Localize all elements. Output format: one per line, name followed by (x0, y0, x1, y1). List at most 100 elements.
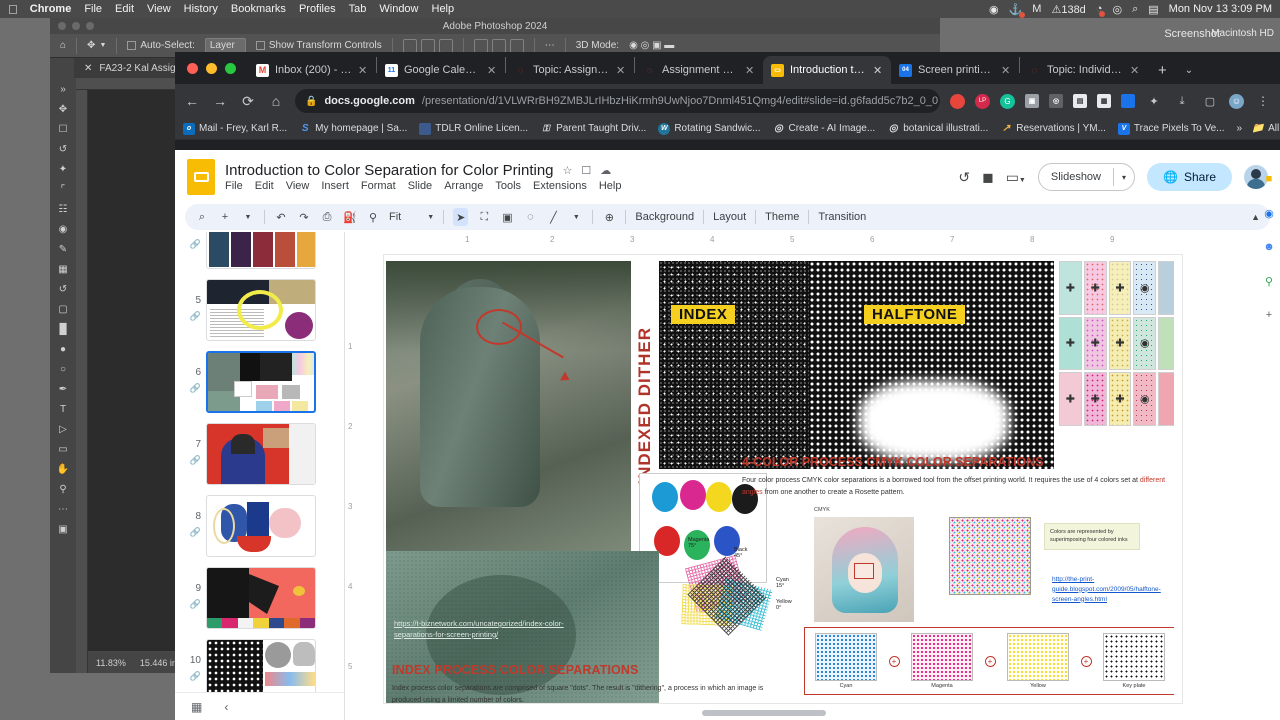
slides-side-panel[interactable]: ■ ◉ ☻ ⚲ + (1258, 170, 1280, 324)
close-window-button[interactable] (187, 62, 198, 74)
text-box-icon[interactable]: ⛶ (477, 208, 491, 226)
blur-tool-icon[interactable]: ● (56, 342, 70, 356)
chrome-window-controls[interactable] (183, 52, 248, 84)
color-swatch-grid[interactable]: ✚ ✚ ✚ ◉ ✚ ✚ ✚ ◉ ✚ ✚ ✚ ◉ (1059, 261, 1181, 426)
bookmarks-overflow-icon[interactable]: » (1237, 123, 1243, 134)
menu-item-profiles[interactable]: Profiles (299, 3, 336, 15)
close-tab-icon[interactable]: ✕ (1130, 64, 1140, 77)
slide-filmstrip[interactable]: 4 🔗 5 🔗 (175, 232, 345, 720)
zoom-tool-icon[interactable]: ⚲ (56, 482, 70, 496)
slide-thumbnail-9[interactable] (206, 567, 316, 629)
chrome-toolbar[interactable]: ← → ⟳ ⌂ 🔒 docs.google.com/presentation/d… (175, 84, 1280, 118)
magnified-halftone-image[interactable] (949, 517, 1031, 595)
photoshop-window-controls[interactable] (58, 22, 94, 30)
meet-camera-icon[interactable]: ▭▼ (1006, 169, 1026, 186)
slides-menu-help[interactable]: Help (599, 180, 622, 192)
bookmark-reservations[interactable]: ↗ Reservations | YM... (1000, 123, 1106, 135)
airplay-icon[interactable]: ▤ (1148, 3, 1158, 16)
slide-thumbnail-5[interactable] (206, 279, 316, 341)
zoom-icon[interactable]: ⚲ (366, 208, 380, 226)
record-icon[interactable]: ◉ (989, 3, 999, 16)
menu-item-edit[interactable]: Edit (115, 3, 134, 15)
keep-icon[interactable]: ■ (1260, 170, 1278, 188)
theme-button[interactable]: Theme (765, 211, 799, 223)
menu-item-history[interactable]: History (184, 3, 218, 15)
bookmark-parent-taught-driving[interactable]: ⚿ Parent Taught Driv... (540, 123, 647, 135)
profile-avatar-icon[interactable]: ☺ (1229, 93, 1244, 109)
menubar-clock[interactable]: Mon Nov 13 3:09 PM (1169, 3, 1272, 15)
chrome-menu-icon[interactable]: ⋮ (1254, 94, 1272, 108)
chrome-tab-inbox[interactable]: M Inbox (200) - karlfrey@ ✕ (248, 56, 376, 84)
comment-icon[interactable]: ◼ (982, 169, 994, 186)
bookmark-trace-pixels[interactable]: V Trace Pixels To Ve... (1117, 122, 1225, 135)
eraser-tool-icon[interactable]: ▢ (56, 302, 70, 316)
new-tab-button[interactable]: + (1148, 56, 1177, 84)
print-icon[interactable]: ⎙ (320, 208, 334, 226)
filmstrip-item[interactable]: 7 🔗 (175, 418, 344, 490)
pinterest-extension-icon[interactable]: ◎ (1049, 94, 1063, 108)
bookmarks-bar[interactable]: o Mail - Frey, Karl R... S My homepage | S… (175, 118, 1280, 140)
slides-menu-tools[interactable]: Tools (495, 180, 521, 192)
maximize-window-button[interactable] (225, 62, 236, 74)
menu-item-file[interactable]: File (84, 3, 102, 15)
slide-canvas-area[interactable]: 1 2 3 4 5 6 7 8 9 1 2 3 4 5 INDEXED DITH… (345, 232, 1280, 720)
ps-zoom-level[interactable]: 11.83% (96, 658, 126, 668)
dodge-tool-icon[interactable]: ○ (56, 362, 70, 376)
slides-menu-slide[interactable]: Slide (408, 180, 432, 192)
bookmark-homepage[interactable]: S My homepage | Sa... (299, 123, 407, 135)
honey-extension-icon[interactable] (950, 93, 965, 109)
halftone-angles-diagram[interactable]: Magenta 75° Black 45° Cyan 15° Yellow 0° (672, 525, 812, 645)
malwarebytes-icon[interactable]: M (1032, 3, 1041, 15)
cmyk-section-title[interactable]: 4-COLOR PROCESS CMYK COLOR SEPARATIONS (742, 455, 1044, 469)
filmstrip-item[interactable]: 9 🔗 (175, 562, 344, 634)
slides-menu-extensions[interactable]: Extensions (533, 180, 587, 192)
ps-tab-close-icon[interactable]: ✕ (84, 63, 92, 74)
collapse-filmstrip-icon[interactable]: ‹ (224, 700, 228, 714)
spotlight-search-icon[interactable]: ⌕ (1132, 3, 1138, 16)
type-tool-icon[interactable]: T (56, 402, 70, 416)
forward-button[interactable]: → (211, 93, 229, 109)
filmstrip-footer[interactable]: ▦ ‹ (175, 692, 344, 720)
lasso-tool-icon[interactable]: ↺ (56, 142, 70, 156)
slide-thumbnail-8[interactable] (206, 495, 316, 557)
search-icon[interactable]: ⌕ (195, 208, 209, 226)
ps-distribute-group[interactable] (473, 38, 524, 53)
slides-menu-insert[interactable]: Insert (321, 180, 349, 192)
ps-move-tool-icon[interactable]: ✥ ▼ (87, 40, 106, 51)
layout-button[interactable]: Layout (713, 211, 746, 223)
downloads-icon[interactable]: ⤓ (1173, 95, 1191, 108)
index-dither-image[interactable]: INDEX (659, 261, 809, 469)
zoom-level-select[interactable]: Fit ▼ (389, 211, 434, 223)
close-tab-icon[interactable]: ✕ (1001, 64, 1011, 77)
paint-format-icon[interactable]: ⛽ (343, 208, 357, 226)
tip-callout-box[interactable]: Colors are represented by superimposing … (1044, 523, 1140, 550)
eyedropper-tool-icon[interactable]: ☷ (56, 202, 70, 216)
halftone-image[interactable]: HALFTONE (809, 261, 1054, 469)
bookmark-mail[interactable]: o Mail - Frey, Karl R... (183, 122, 287, 135)
chrome-tab-assignment6[interactable]: ◌ Topic: Assignment #6 ( ✕ (506, 56, 634, 84)
slide-thumbnail-6[interactable] (206, 351, 316, 413)
line-icon[interactable]: ╱ (546, 208, 560, 226)
plate-key[interactable]: Key plate (1101, 633, 1167, 689)
bookmark-botanical-illustration[interactable]: ◎ botanical illustrati... (887, 123, 988, 135)
lastpass-extension-icon[interactable]: LP (975, 93, 990, 109)
zoom-caret-icon[interactable]: ▼ (427, 214, 434, 221)
cmyk-separation-plates-row[interactable]: Cyan + Magenta + Yellow + Key plate (804, 627, 1176, 695)
color-picker-extension-icon[interactable] (1121, 94, 1135, 108)
plate-yellow[interactable]: Yellow (1005, 633, 1071, 689)
chrome-tab-assignment-sheets[interactable]: ◌ Assignment Sheets: AR ✕ (635, 56, 763, 84)
ps-home-icon[interactable]: ⌂ (60, 40, 66, 51)
slides-menu-arrange[interactable]: Arrange (444, 180, 483, 192)
redo-icon[interactable]: ↷ (297, 208, 311, 226)
slides-menu-view[interactable]: View (286, 180, 310, 192)
chrome-tab-screen-printing[interactable]: 04 Screen printing loops o ✕ (891, 56, 1019, 84)
filmstrip-item[interactable]: 4 🔗 (175, 232, 344, 274)
anime-girl-image[interactable] (814, 517, 914, 622)
bookmark-create-ai-image[interactable]: ◎ Create - AI Image... (772, 123, 875, 135)
undo-icon[interactable]: ↶ (274, 208, 288, 226)
ps-auto-select-checkbox[interactable]: Auto-Select: (127, 40, 195, 51)
filmstrip-item-selected[interactable]: 6 🔗 (175, 346, 344, 418)
menu-item-view[interactable]: View (147, 3, 171, 15)
index-section-title[interactable]: INDEX PROCESS COLOR SEPARATIONS (392, 663, 638, 677)
ps-3d-mode-icons[interactable]: ◉ ◎ ▣ ▬ (629, 40, 674, 51)
